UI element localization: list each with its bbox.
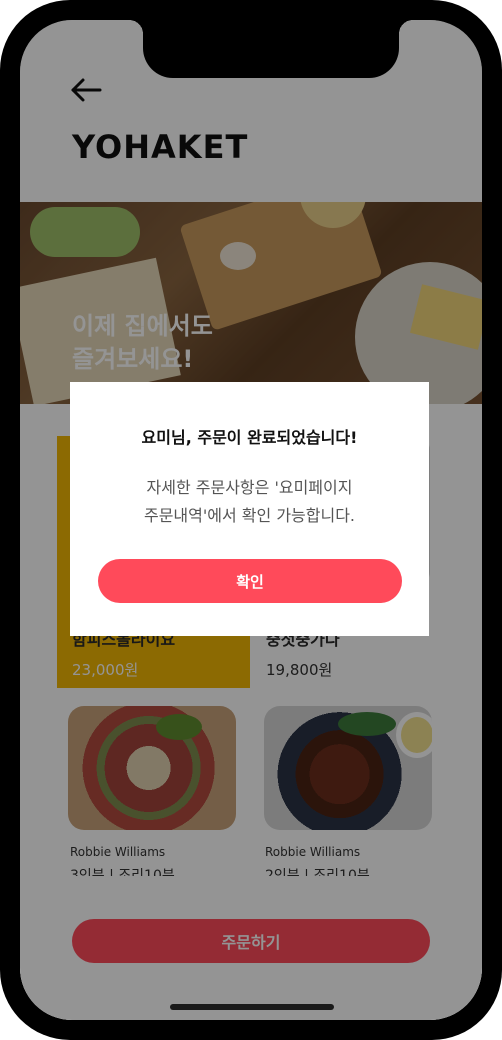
device-notch xyxy=(129,20,413,78)
confirm-button[interactable]: 확인 xyxy=(98,559,402,603)
dialog-message-line2: 주문내역'에서 확인 가능합니다. xyxy=(143,506,356,525)
home-indicator xyxy=(170,1004,334,1010)
dialog-title: 요미님, 주문이 완료되었습니다! xyxy=(141,428,358,447)
screen: YOHAKET 이제 집에서도 즐겨보세요! 함피스볼라이요 23,000원 중… xyxy=(20,20,482,1020)
dialog-message-line1: 자세한 주문사항은 '요미페이지 xyxy=(146,478,353,497)
dialog-message: 자세한 주문사항은 '요미페이지 주문내역'에서 확인 가능합니다. xyxy=(70,474,429,530)
phone-frame: YOHAKET 이제 집에서도 즐겨보세요! 함피스볼라이요 23,000원 중… xyxy=(0,0,502,1040)
order-complete-dialog: 요미님, 주문이 완료되었습니다! 자세한 주문사항은 '요미페이지 주문내역'… xyxy=(70,382,429,636)
